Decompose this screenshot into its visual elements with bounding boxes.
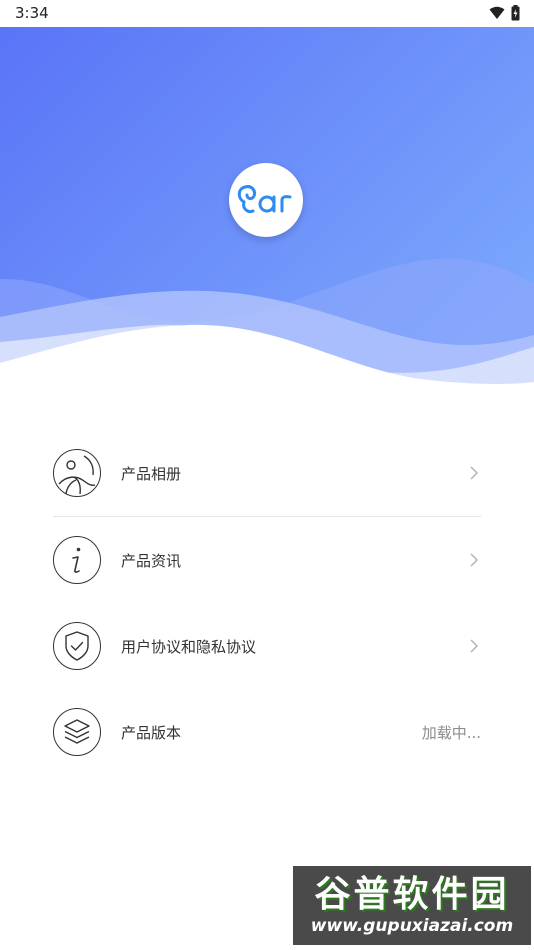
watermark-url: www.gupuxiazai.com [310,915,514,936]
battery-icon [511,5,520,21]
version-value: 加载中... [421,723,481,742]
info-icon [53,536,101,584]
ear-logo-icon [237,185,292,213]
app-logo [229,163,303,237]
menu-item-user-agreement[interactable]: 用户协议和隐私协议 [53,603,481,689]
chevron-right-icon [470,553,479,567]
menu-item-product-album[interactable]: 产品相册 [53,430,481,517]
watermark: 谷普软件园 www.gupuxiazai.com [293,866,531,945]
chevron-right-icon [470,639,479,653]
status-bar: 3:34 [0,0,534,27]
status-time: 3:34 [15,4,49,22]
menu-item-label: 用户协议和隐私协议 [121,637,257,656]
menu-item-label: 产品资讯 [121,551,182,570]
photo-album-icon [53,449,101,497]
shield-check-icon [53,622,101,670]
layers-icon [53,708,101,756]
status-icons [489,5,520,21]
chevron-right-icon [470,466,479,480]
menu-item-product-news[interactable]: 产品资讯 [53,517,481,603]
menu-list: 产品相册 产品资讯 用户协议和隐私协议 产品版本 加载中... [53,430,481,775]
menu-item-product-version[interactable]: 产品版本 加载中... [53,689,481,775]
menu-item-label: 产品相册 [121,464,182,483]
watermark-title: 谷普软件园 [314,873,510,915]
wifi-icon [489,6,505,19]
